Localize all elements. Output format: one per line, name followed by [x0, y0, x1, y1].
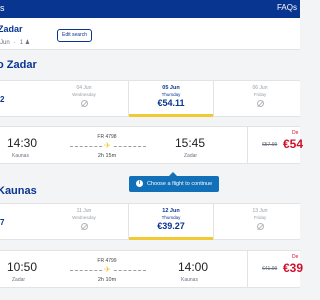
- info-icon: i: [136, 180, 143, 187]
- person-icon: ♟: [23, 40, 31, 46]
- return-date-strip: 7 11 Jun Wednesday 12 Jun Thursday €39.2…: [0, 203, 300, 240]
- card-divider: [247, 127, 248, 163]
- outbound-date-strip: 2 04 Jun Wednesday 05 Jun Thursday €54.1…: [0, 80, 300, 117]
- discounted-price: €39: [283, 261, 304, 275]
- outbound-edge-price: 2: [0, 95, 5, 104]
- unavailable-icon: [80, 100, 88, 107]
- search-date: Jun: [0, 40, 10, 46]
- tooltip-text: Choose a flight to continue: [147, 181, 213, 187]
- weekday-label: Wednesday: [72, 92, 96, 97]
- date-price: €39.27: [157, 221, 185, 231]
- weekday-label: Thursday: [161, 92, 181, 97]
- return-date-11-jun[interactable]: 11 Jun Wednesday: [41, 204, 127, 239]
- departure-time: 14:30: [7, 136, 38, 150]
- departure-time: 10:50: [7, 260, 38, 274]
- search-summary: Zadar Jun · 1 ♟ Edit search: [0, 18, 300, 50]
- deal-label: De: [292, 130, 299, 136]
- weekday-label: Thursday: [161, 215, 181, 220]
- weekday-label: Friday: [253, 92, 267, 97]
- original-price: €57.99: [262, 142, 278, 148]
- top-bar-left-text: s: [0, 3, 5, 13]
- date-label: 11 Jun: [76, 208, 92, 214]
- flight-number: FR 4799: [97, 258, 117, 264]
- unavailable-icon: [80, 223, 88, 230]
- top-navigation-bar: s FAQs: [0, 0, 300, 18]
- return-edge-price: 7: [0, 218, 5, 227]
- weekday-label: Friday: [253, 215, 267, 220]
- return-flight-card[interactable]: 10:50 Zadar FR 4799 ✈ 2h 10m 14:00 Kauna…: [0, 250, 304, 288]
- arrival-time: 14:00: [178, 260, 209, 274]
- departure-city: Zadar: [12, 277, 26, 283]
- arrival-city: Zadar: [184, 153, 198, 159]
- discounted-price: €54: [283, 137, 304, 151]
- choose-flight-tooltip: i Choose a flight to continue: [129, 172, 219, 192]
- search-meta: Jun · 1 ♟: [0, 40, 31, 46]
- search-route: Zadar: [0, 24, 23, 34]
- plane-icon: ✈: [103, 265, 112, 274]
- flight-duration: 2h 15m: [97, 153, 117, 159]
- weekday-label: Wednesday: [72, 215, 96, 220]
- date-label: 06 Jun: [252, 85, 268, 91]
- flight-number: FR 4798: [97, 134, 117, 140]
- outbound-date-05-jun[interactable]: 05 Jun Thursday €54.11: [128, 81, 214, 117]
- arrival-time: 15:45: [175, 136, 206, 150]
- return-date-12-jun[interactable]: 12 Jun Thursday €39.27: [128, 204, 214, 240]
- arrival-city: Kaunas: [181, 277, 198, 283]
- departure-city: Kaunas: [12, 153, 29, 159]
- edit-search-button[interactable]: Edit search: [57, 29, 92, 42]
- plane-icon: ✈: [103, 141, 112, 150]
- unavailable-icon: [256, 100, 264, 107]
- date-label: 04 Jun: [76, 85, 92, 91]
- unavailable-icon: [256, 223, 264, 230]
- return-date-13-jun[interactable]: 13 Jun Friday: [217, 204, 303, 239]
- faqs-link[interactable]: FAQs: [277, 3, 297, 12]
- flight-duration: 2h 10m: [97, 277, 117, 283]
- original-price: €41.99: [262, 266, 278, 272]
- outbound-section-title: o Zadar: [0, 59, 37, 71]
- deal-label: De: [292, 254, 299, 260]
- date-label: 05 Jun: [162, 85, 180, 91]
- card-divider: [247, 251, 248, 287]
- outbound-date-06-jun[interactable]: 06 Jun Friday: [217, 81, 303, 116]
- outbound-destination: Zadar: [6, 59, 37, 71]
- outbound-date-04-jun[interactable]: 04 Jun Wednesday: [41, 81, 127, 116]
- arrow-icon: o: [0, 59, 4, 71]
- date-price: €54.11: [157, 98, 185, 108]
- return-section-title: Kaunas: [0, 185, 37, 197]
- date-label: 13 Jun: [252, 208, 268, 214]
- date-label: 12 Jun: [162, 208, 180, 214]
- outbound-flight-card[interactable]: 14:30 Kaunas FR 4798 ✈ 2h 15m 15:45 Zada…: [0, 126, 304, 164]
